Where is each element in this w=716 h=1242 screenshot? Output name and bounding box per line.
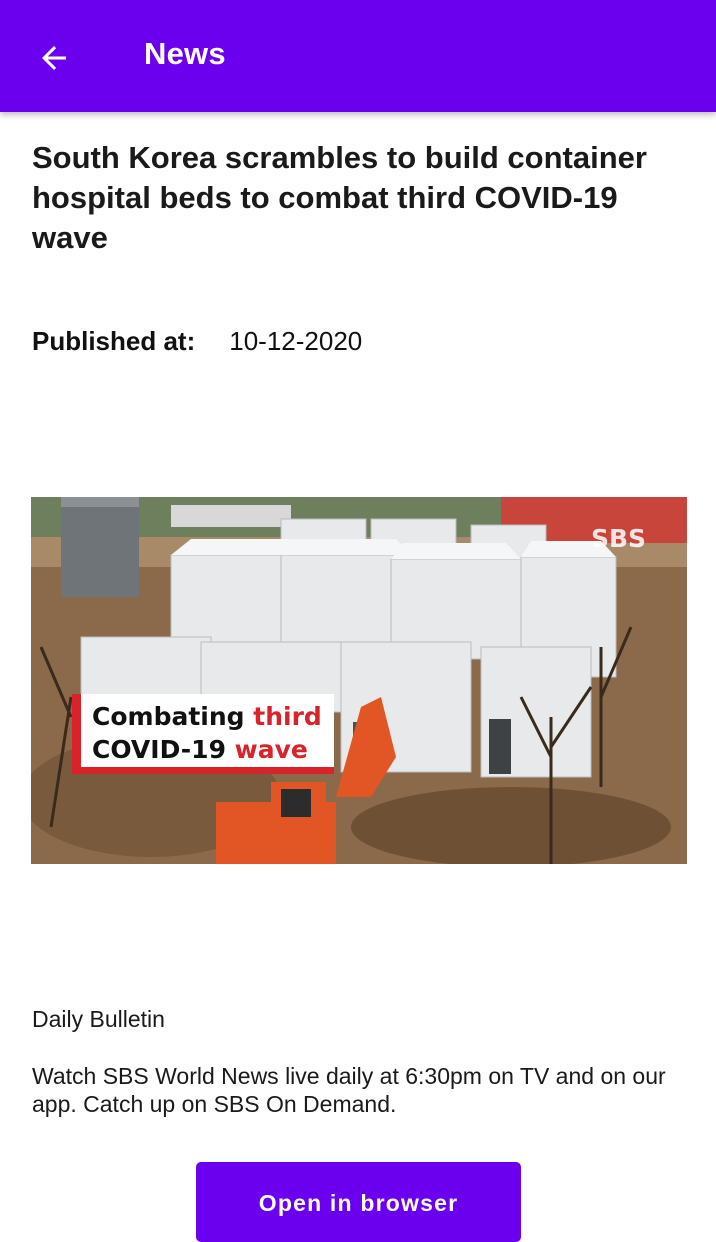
open-in-browser-button[interactable]: Open in browser <box>196 1162 521 1242</box>
svg-text:Combating third: Combating third <box>92 702 322 731</box>
svg-text:COVID-19 wave: COVID-19 wave <box>92 735 308 764</box>
caption-highlight2: wave <box>235 735 308 764</box>
caption-part1: Combating <box>92 702 253 731</box>
page-title: News <box>144 36 226 71</box>
article-image: Combating third COVID-19 wave SBS <box>31 497 687 864</box>
article-headline: South Korea scrambles to build container… <box>32 140 647 255</box>
arrow-left-icon <box>42 46 66 70</box>
published-label: Published at: <box>32 326 196 356</box>
article-description: Watch SBS World News live daily at 6:30p… <box>32 1063 666 1117</box>
container-hospital-photo: Combating third COVID-19 wave SBS <box>31 497 687 864</box>
caption-part2: COVID-19 <box>92 735 235 764</box>
published-date: 10-12-2020 <box>229 326 363 356</box>
app-bar: News <box>0 0 716 112</box>
article-source: Daily Bulletin <box>32 1006 165 1032</box>
back-button[interactable] <box>26 30 82 86</box>
sbs-watermark: SBS <box>591 524 646 553</box>
caption-highlight1: third <box>253 702 322 731</box>
published-row: Published at: 10-12-2020 <box>32 326 362 357</box>
